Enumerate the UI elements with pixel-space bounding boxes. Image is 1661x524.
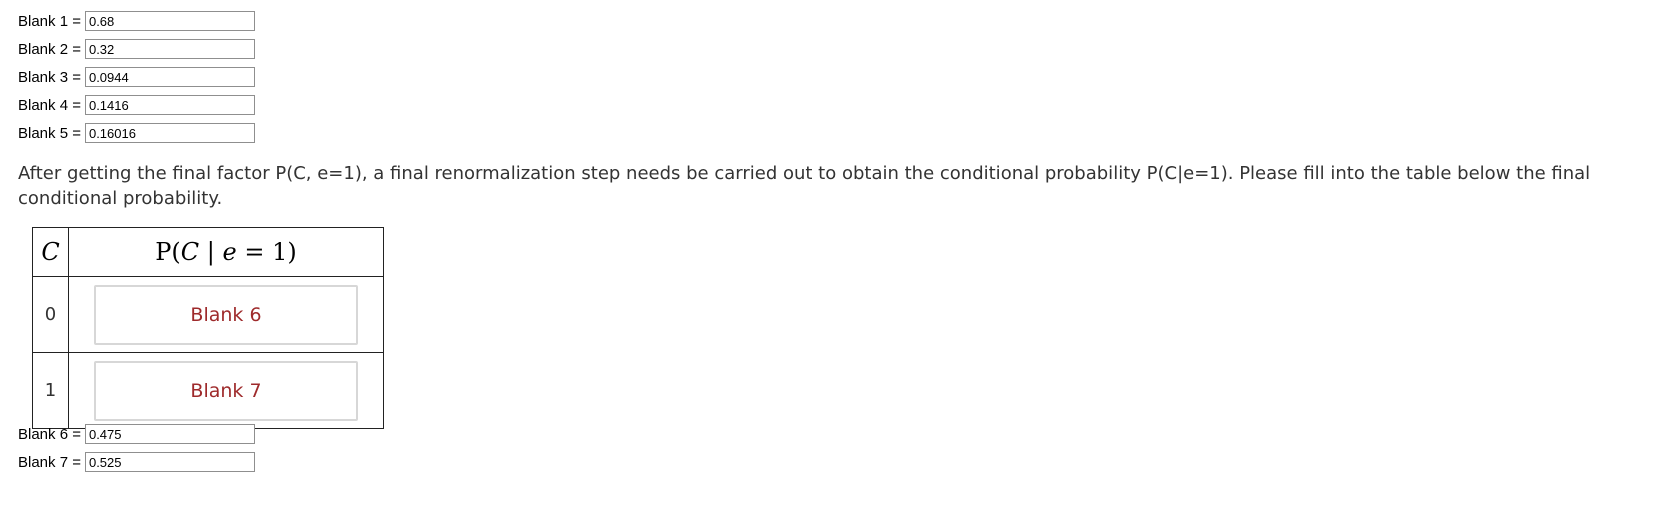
blank-3-input[interactable] (84, 67, 255, 87)
table-row: 1 Blank 7 (32, 352, 384, 429)
blank-5-label: Blank 5 = (18, 124, 81, 142)
conditional-probability-table: C P(C | e = 1) 0 Blank 6 1 Blank 7 (32, 227, 384, 429)
blank-6-box[interactable]: Blank 6 (94, 284, 358, 345)
table-row: 0 Blank 6 (32, 276, 384, 353)
blank-4-row: Blank 4 = (18, 92, 255, 118)
blank-2-input[interactable] (84, 39, 255, 59)
blank-2-label: Blank 2 = (18, 40, 81, 58)
header-p-suffix: = 1) (236, 238, 297, 266)
header-p-prefix: P( (155, 238, 181, 266)
instruction-paragraph: After getting the final factor P(C, e=1)… (18, 163, 1591, 209)
table-header-row: C P(C | e = 1) (32, 227, 384, 277)
blank-6-row: Blank 6 = (18, 421, 255, 447)
blank-5-input[interactable] (84, 123, 255, 143)
header-p-c-given-e: P(C | e = 1) (68, 227, 384, 277)
blank-5-row: Blank 5 = (18, 120, 255, 146)
blank-2-row: Blank 2 = (18, 36, 255, 62)
c-value-cell: 0 (32, 276, 69, 353)
blank-7-row: Blank 7 = (18, 449, 255, 475)
header-p-var: C (180, 238, 200, 266)
probability-cell: Blank 6 (68, 276, 384, 353)
blank-7-box[interactable]: Blank 7 (94, 360, 358, 421)
blank-4-label: Blank 4 = (18, 96, 81, 114)
probability-cell: Blank 7 (68, 352, 384, 429)
blank-6-input[interactable] (84, 424, 255, 444)
blank-1-label: Blank 1 = (18, 12, 81, 30)
blank-6-label: Blank 6 = (18, 425, 81, 443)
blank-3-label: Blank 3 = (18, 68, 81, 86)
header-p-e: e (222, 238, 237, 266)
blank-3-row: Blank 3 = (18, 64, 255, 90)
blank-4-input[interactable] (84, 95, 255, 115)
blank-7-input[interactable] (84, 452, 255, 472)
blank-1-input[interactable] (84, 11, 255, 31)
blank-7-label: Blank 7 = (18, 453, 81, 471)
c-value-cell: 1 (32, 352, 69, 429)
header-c: C (32, 227, 69, 277)
header-p-mid: | (199, 238, 223, 266)
blank-1-row: Blank 1 = (18, 8, 255, 34)
